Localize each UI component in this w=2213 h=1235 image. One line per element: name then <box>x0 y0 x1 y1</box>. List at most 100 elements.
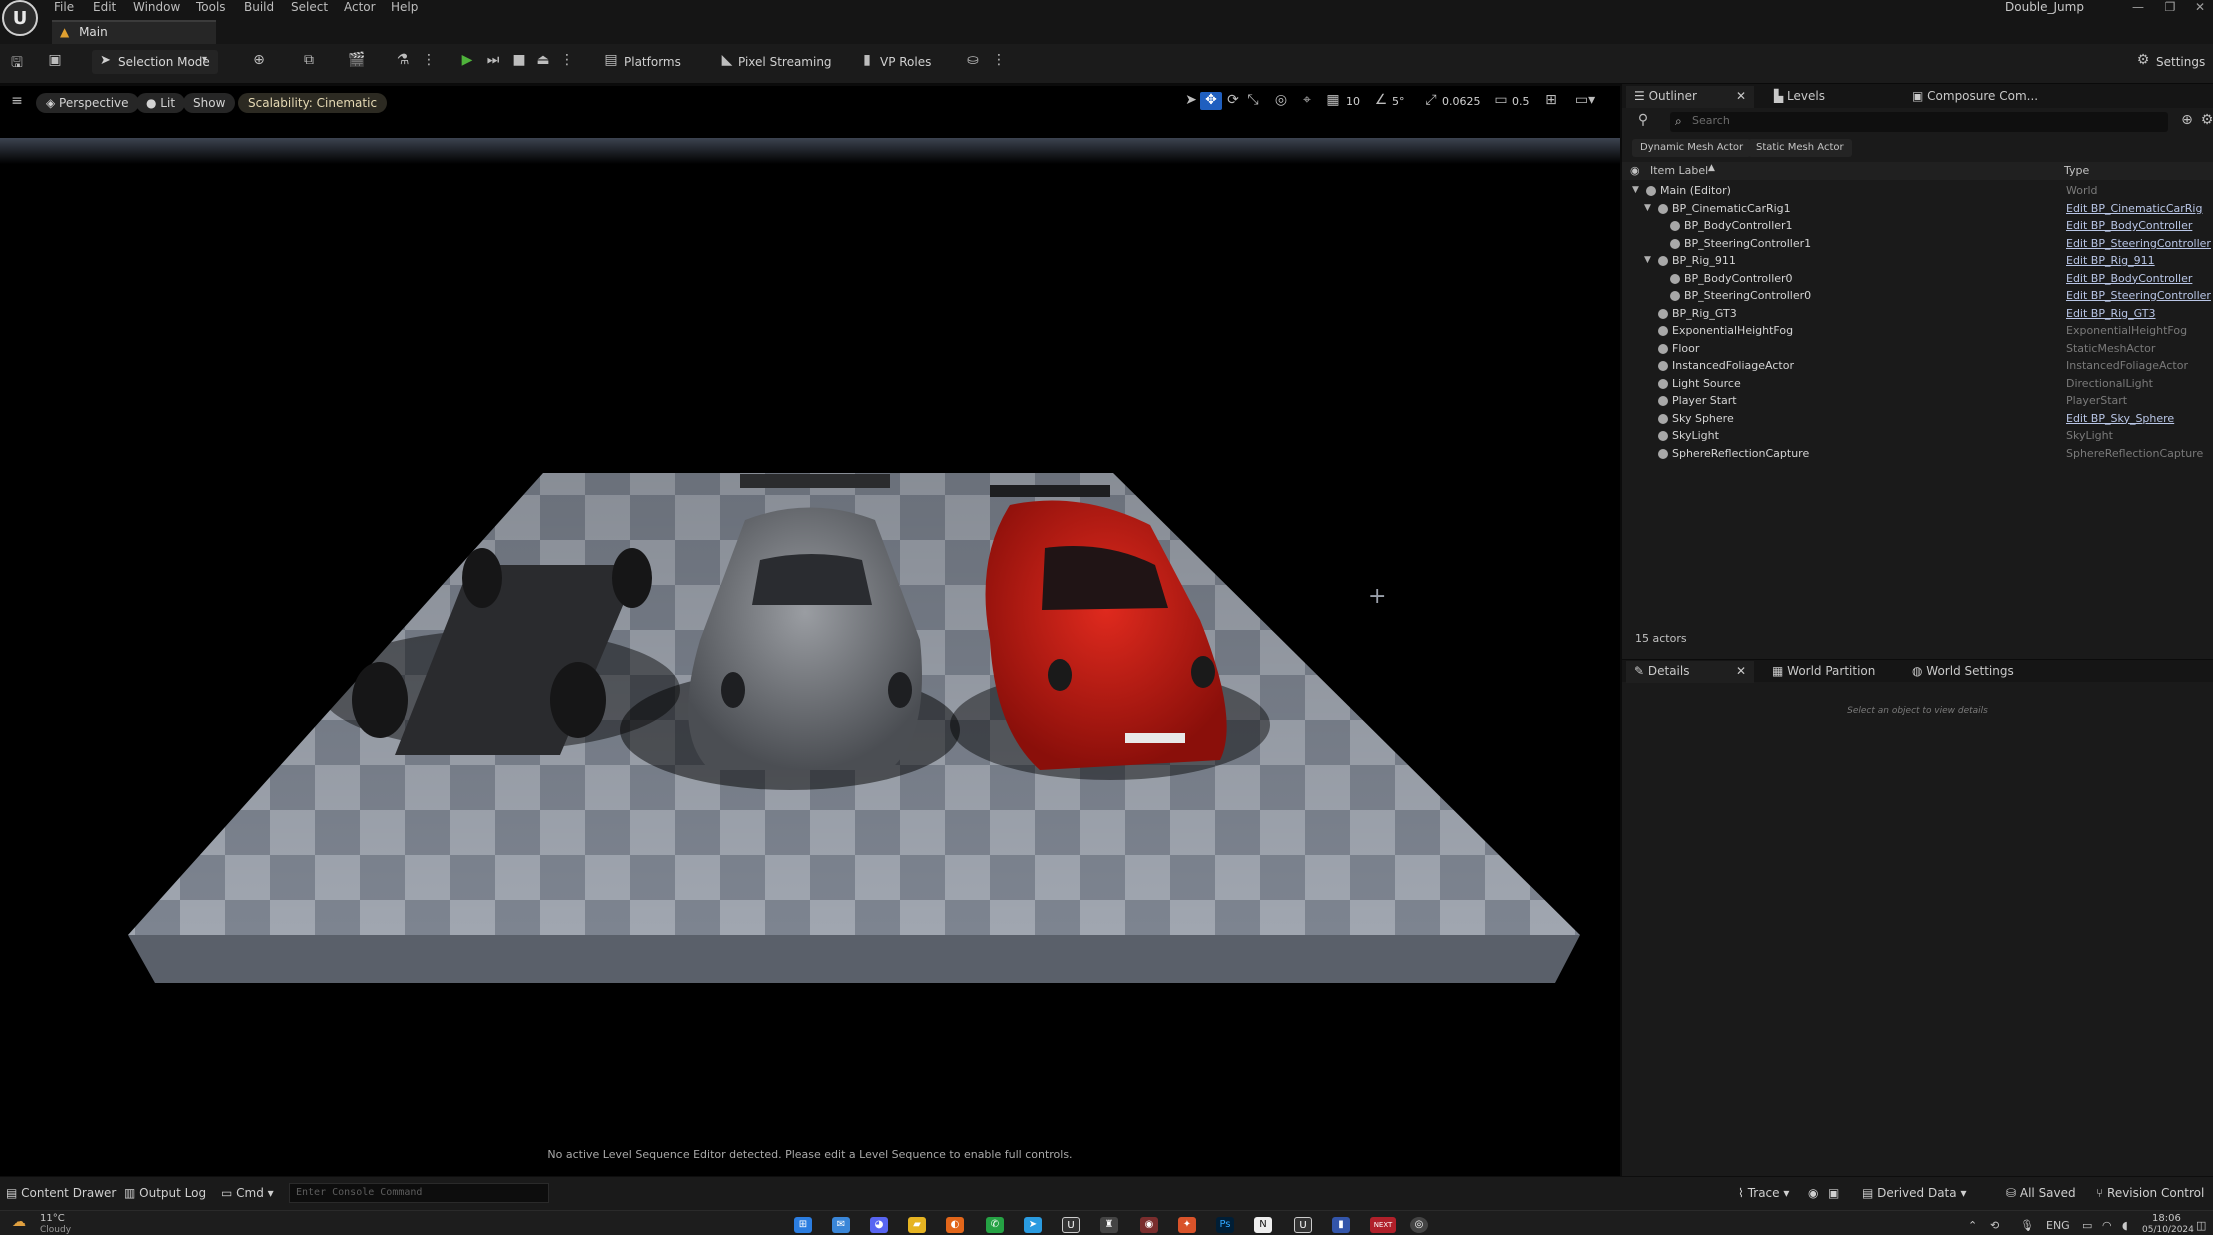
menu-tools[interactable]: Tools <box>196 0 226 14</box>
scale-snap-value[interactable]: 0.0625 <box>1442 95 1481 108</box>
record-icon[interactable]: ◉ <box>1808 1186 1818 1200</box>
obs-icon[interactable]: ◎ <box>1410 1217 1428 1233</box>
firefox-icon[interactable]: ◐ <box>946 1217 964 1233</box>
outliner-row[interactable]: InstancedFoliageActor InstancedFoliageAct… <box>1622 358 2213 376</box>
outliner-row[interactable]: BP_SteeringController1 Edit BP_SteeringCo… <box>1622 236 2213 254</box>
column-item-label[interactable]: Item Label <box>1650 164 1708 177</box>
outliner-search-input[interactable]: Search <box>1670 112 2168 132</box>
pixel-streaming-menu[interactable]: Pixel Streaming <box>738 55 832 69</box>
outliner-row-type[interactable]: Edit BP_Sky_Sphere <box>2066 412 2174 425</box>
content-drawer-button[interactable]: ▤ Content Drawer <box>6 1186 116 1200</box>
unreal-engine-2-icon[interactable]: U <box>1294 1217 1312 1233</box>
perspective-button[interactable]: ◈ Perspective <box>36 93 139 113</box>
camera-speed-value[interactable]: 0.5 <box>1512 95 1530 108</box>
unreal-logo-icon[interactable]: U <box>2 0 38 36</box>
maximize-icon[interactable]: ❐ <box>2160 0 2180 16</box>
stop-icon[interactable]: ■ <box>508 52 530 70</box>
outliner-row-type[interactable]: Edit BP_BodyController <box>2066 272 2192 285</box>
translate-tool-icon[interactable]: ✥ <box>1200 92 1222 110</box>
menu-build[interactable]: Build <box>244 0 274 14</box>
play-options-icon[interactable]: ⋮ <box>556 52 578 70</box>
all-saved-indicator[interactable]: ⛁ All Saved <box>2006 1186 2076 1200</box>
rotation-snap-icon[interactable]: ∠ <box>1370 92 1392 110</box>
outliner-row-type[interactable]: Edit BP_SteeringController <box>2066 237 2211 250</box>
weather-desc[interactable]: Cloudy <box>40 1225 71 1235</box>
outliner-row-type[interactable]: Edit BP_Rig_GT3 <box>2066 307 2156 320</box>
menu-select[interactable]: Select <box>291 0 328 14</box>
advance-frame-icon[interactable]: ⏭ <box>482 52 504 70</box>
grid-snap-value[interactable]: 10 <box>1346 95 1360 108</box>
save-icon[interactable]: 🖫 <box>6 52 28 71</box>
discord-icon[interactable]: ◕ <box>870 1217 888 1233</box>
screenshot-icon[interactable]: ▣ <box>1828 1186 1839 1200</box>
filter-static-mesh[interactable]: Static Mesh Actor <box>1748 139 1852 157</box>
platforms-menu[interactable]: Platforms <box>624 55 681 69</box>
cmd-dropdown[interactable]: ▭ Cmd ▾ <box>221 1186 274 1200</box>
outliner-row[interactable]: Floor StaticMeshActor <box>1622 341 2213 359</box>
davinci-icon[interactable]: ◉ <box>1140 1217 1158 1233</box>
close-details-tab-icon[interactable]: ✕ <box>1736 664 1746 678</box>
unreal-engine-icon[interactable]: U <box>1062 1217 1080 1233</box>
console-command-input[interactable]: Enter Console Command <box>289 1183 549 1203</box>
outliner-row[interactable]: SphereReflectionCapture SphereReflectionC… <box>1622 446 2213 464</box>
outliner-settings-icon[interactable]: ⚙ <box>2196 112 2213 130</box>
volume-icon[interactable]: ◖ <box>2122 1219 2128 1232</box>
filter-dynamic-mesh[interactable]: Dynamic Mesh Actor <box>1632 139 1752 157</box>
grid-snap-icon[interactable]: ▦ <box>1322 92 1344 110</box>
telegram-icon[interactable]: ➤ <box>1024 1217 1042 1233</box>
close-icon[interactable]: ✕ <box>2190 0 2210 16</box>
vp-roles-menu[interactable]: VP Roles <box>880 55 931 69</box>
language-indicator[interactable]: ENG <box>2046 1219 2070 1232</box>
layout-icon[interactable]: ▭▾ <box>1568 92 1602 110</box>
outliner-row[interactable]: ExponentialHeightFog ExponentialHeightFog <box>1622 323 2213 341</box>
outliner-row-type[interactable]: Edit BP_BodyController <box>2066 219 2192 232</box>
trace-dropdown[interactable]: ⌇ Trace ▾ <box>1738 1186 1789 1200</box>
viewport-grid-icon[interactable]: ⊞ <box>1540 92 1562 110</box>
play-icon[interactable]: ▶ <box>456 52 478 70</box>
outliner-row[interactable]: SkyLight SkyLight <box>1622 428 2213 446</box>
selection-mode-dropdown[interactable]: ➤ Selection Mode ▾ <box>92 50 218 74</box>
scale-snap-icon[interactable]: ⤢ <box>1420 92 1442 110</box>
filter-icon[interactable]: ⚲ <box>1632 112 1654 130</box>
tab-outliner[interactable]: ☰ Outliner ✕ <box>1626 86 1754 108</box>
tab-world-settings[interactable]: ◍ World Settings <box>1904 661 2022 683</box>
expand-arrow-icon[interactable]: ▼ <box>1644 255 1654 265</box>
weather-temp[interactable]: 11°C <box>40 1213 65 1224</box>
tab-levels[interactable]: ▙ Levels <box>1766 86 1833 108</box>
tray-sync-icon[interactable]: ⟲ <box>1990 1219 1999 1232</box>
menu-edit[interactable]: Edit <box>93 0 116 14</box>
visibility-eye-icon[interactable]: ◉ <box>1630 164 1640 177</box>
scale-tool-icon[interactable]: ⤡ <box>1242 92 1264 110</box>
windows-start-icon[interactable]: ⊞ <box>794 1217 812 1233</box>
toolbar-more-icon[interactable]: ⋮ <box>988 52 1010 70</box>
derived-data-dropdown[interactable]: ▤ Derived Data ▾ <box>1862 1186 1966 1200</box>
menu-file[interactable]: File <box>54 0 74 14</box>
outliner-row[interactable]: BP_Rig_GT3 Edit BP_Rig_GT3 <box>1622 306 2213 324</box>
outliner-row-type[interactable]: Edit BP_CinematicCarRig <box>2066 202 2202 215</box>
notion-icon[interactable]: N <box>1254 1217 1272 1233</box>
add-actor-icon[interactable]: ⊕ <box>248 52 270 70</box>
show-button[interactable]: Show <box>183 93 236 113</box>
whatsapp-icon[interactable]: ✆ <box>986 1217 1004 1233</box>
microphone-icon[interactable]: 🎙 <box>2020 1219 2034 1232</box>
mail-icon[interactable]: ✉ <box>832 1217 850 1233</box>
wifi-icon[interactable]: ◠ <box>2102 1219 2112 1232</box>
outliner-row[interactable]: ▼ Main (Editor) World <box>1622 183 2213 201</box>
output-log-button[interactable]: ▥ Output Log <box>124 1186 206 1200</box>
menu-help[interactable]: Help <box>391 0 418 14</box>
menu-actor[interactable]: Actor <box>344 0 376 14</box>
coordinate-space-icon[interactable]: ◎ <box>1270 92 1292 110</box>
cinematics-icon[interactable]: 🎬 <box>346 52 368 70</box>
close-tab-icon[interactable]: ✕ <box>1736 89 1746 103</box>
outliner-row-type[interactable]: Edit BP_Rig_911 <box>2066 254 2155 267</box>
rotation-snap-value[interactable]: 5° <box>1392 95 1405 108</box>
modes-icon[interactable]: ⚗ <box>392 52 414 70</box>
clock-date[interactable]: 05/10/2024 <box>2142 1225 2194 1235</box>
eject-icon[interactable]: ⏏ <box>532 52 554 70</box>
outliner-row[interactable]: ▼ BP_Rig_911 Edit BP_Rig_911 <box>1622 253 2213 271</box>
outliner-row[interactable]: BP_SteeringController0 Edit BP_SteeringCo… <box>1622 288 2213 306</box>
app-blue-icon[interactable]: ▮ <box>1332 1217 1350 1233</box>
scalability-button[interactable]: Scalability: Cinematic <box>238 93 388 113</box>
tray-overflow-icon[interactable]: ⌃ <box>1968 1219 1977 1232</box>
outliner-row[interactable]: ▼ BP_CinematicCarRig1 Edit BP_CinematicCar… <box>1622 201 2213 219</box>
